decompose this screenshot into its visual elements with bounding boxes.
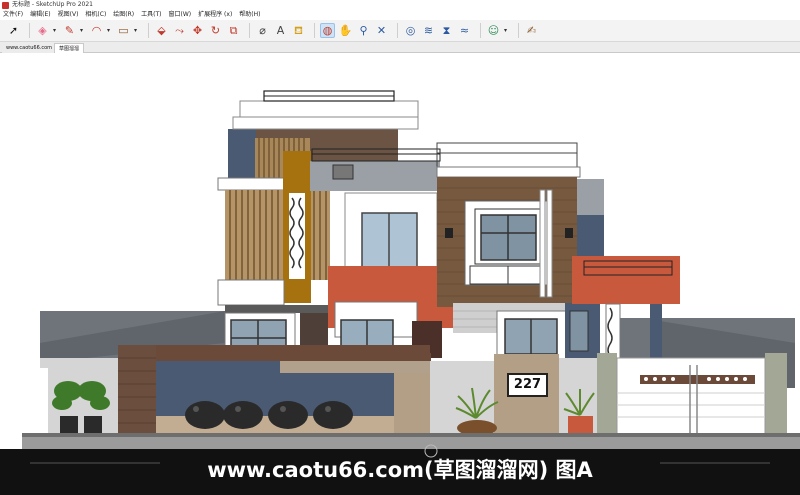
eraser-icon[interactable]: ◈: [35, 23, 50, 38]
layout-icon[interactable]: ⧗: [439, 23, 454, 38]
toolbar-separator: [397, 23, 398, 38]
menu-view[interactable]: 视图(V): [58, 10, 79, 20]
select-icon[interactable]: ➚: [6, 23, 21, 38]
text-icon[interactable]: A: [273, 23, 288, 38]
toolbar-separator: [148, 23, 149, 38]
pan-icon[interactable]: ✋: [338, 23, 353, 38]
toolbar-separator: [314, 23, 315, 38]
scene-tab-bar: www.caotu66.com 草图溜溜: [0, 42, 800, 53]
scene-tab-caotu[interactable]: www.caotu66.com: [2, 43, 57, 53]
styles-icon[interactable]: ≈: [457, 23, 472, 38]
chevron-down-icon[interactable]: ▾: [53, 27, 59, 34]
chevron-down-icon[interactable]: ▾: [107, 27, 113, 34]
zoom-extents-icon[interactable]: ✕: [374, 23, 389, 38]
pushpull-icon[interactable]: ⬙: [154, 23, 169, 38]
toolbar-separator: [480, 23, 481, 38]
menu-help[interactable]: 帮助(H): [239, 10, 260, 20]
house-number-plaque: 227: [507, 373, 548, 397]
menu-edit[interactable]: 编辑(E): [30, 10, 50, 20]
rectangle-icon[interactable]: ▭: [116, 23, 131, 38]
toolbar-separator: [518, 23, 519, 38]
orbit-icon[interactable]: ◍: [320, 23, 335, 38]
main-toolbar: ➚ ◈ ▾ ✎ ▾ ◠ ▾ ▭ ▾ ⬙ ⤳ ✥ ↻ ⧉ ⌀ A ⛾ ◍ ✋ ⚲ ✕ ◎ ≋ ⧗ ≈ ☺ ▾ ✍: [0, 20, 800, 42]
toolbar-separator: [249, 23, 250, 38]
paint-bucket-icon[interactable]: ⛾: [291, 23, 306, 38]
window-titlebar: 无标题 - SketchUp Pro 2021: [0, 0, 800, 10]
tape-measure-icon[interactable]: ⌀: [255, 23, 270, 38]
menu-extensions[interactable]: 扩展程序 (x): [198, 10, 232, 20]
chevron-down-icon[interactable]: ▾: [134, 27, 140, 34]
line-icon[interactable]: ✎: [62, 23, 77, 38]
window-title: 无标题 - SketchUp Pro 2021: [12, 1, 93, 8]
menu-file[interactable]: 文件(F): [3, 10, 23, 20]
extension-warehouse-icon[interactable]: ≋: [421, 23, 436, 38]
menu-draw[interactable]: 绘图(R): [113, 10, 134, 20]
warehouse-icon[interactable]: ◎: [403, 23, 418, 38]
account-icon[interactable]: ☺: [486, 23, 501, 38]
menu-window[interactable]: 窗口(W): [169, 10, 192, 20]
rotate-icon[interactable]: ↻: [208, 23, 223, 38]
zoom-icon[interactable]: ⚲: [356, 23, 371, 38]
followme-icon[interactable]: ⤳: [172, 23, 187, 38]
move-icon[interactable]: ✥: [190, 23, 205, 38]
scale-icon[interactable]: ⧉: [226, 23, 241, 38]
chevron-down-icon[interactable]: ▾: [80, 27, 86, 34]
arc-icon[interactable]: ◠: [89, 23, 104, 38]
watermark-text: www.caotu66.com(草图溜溜网) 图A: [207, 458, 593, 482]
model-viewport[interactable]: [0, 53, 800, 495]
menu-bar: 文件(F) 编辑(E) 视图(V) 相机(C) 绘图(R) 工具(T) 窗口(W…: [0, 10, 800, 20]
sketchup-app-icon: [2, 2, 9, 9]
menu-tools[interactable]: 工具(T): [141, 10, 161, 20]
house-model-render: [0, 90, 800, 495]
scene-note-icon[interactable]: ✍: [524, 23, 539, 38]
menu-camera[interactable]: 相机(C): [85, 10, 106, 20]
scene-tab-caotu-cn[interactable]: 草图溜溜: [54, 43, 85, 53]
toolbar-separator: [29, 23, 30, 38]
chevron-down-icon[interactable]: ▾: [504, 27, 510, 34]
